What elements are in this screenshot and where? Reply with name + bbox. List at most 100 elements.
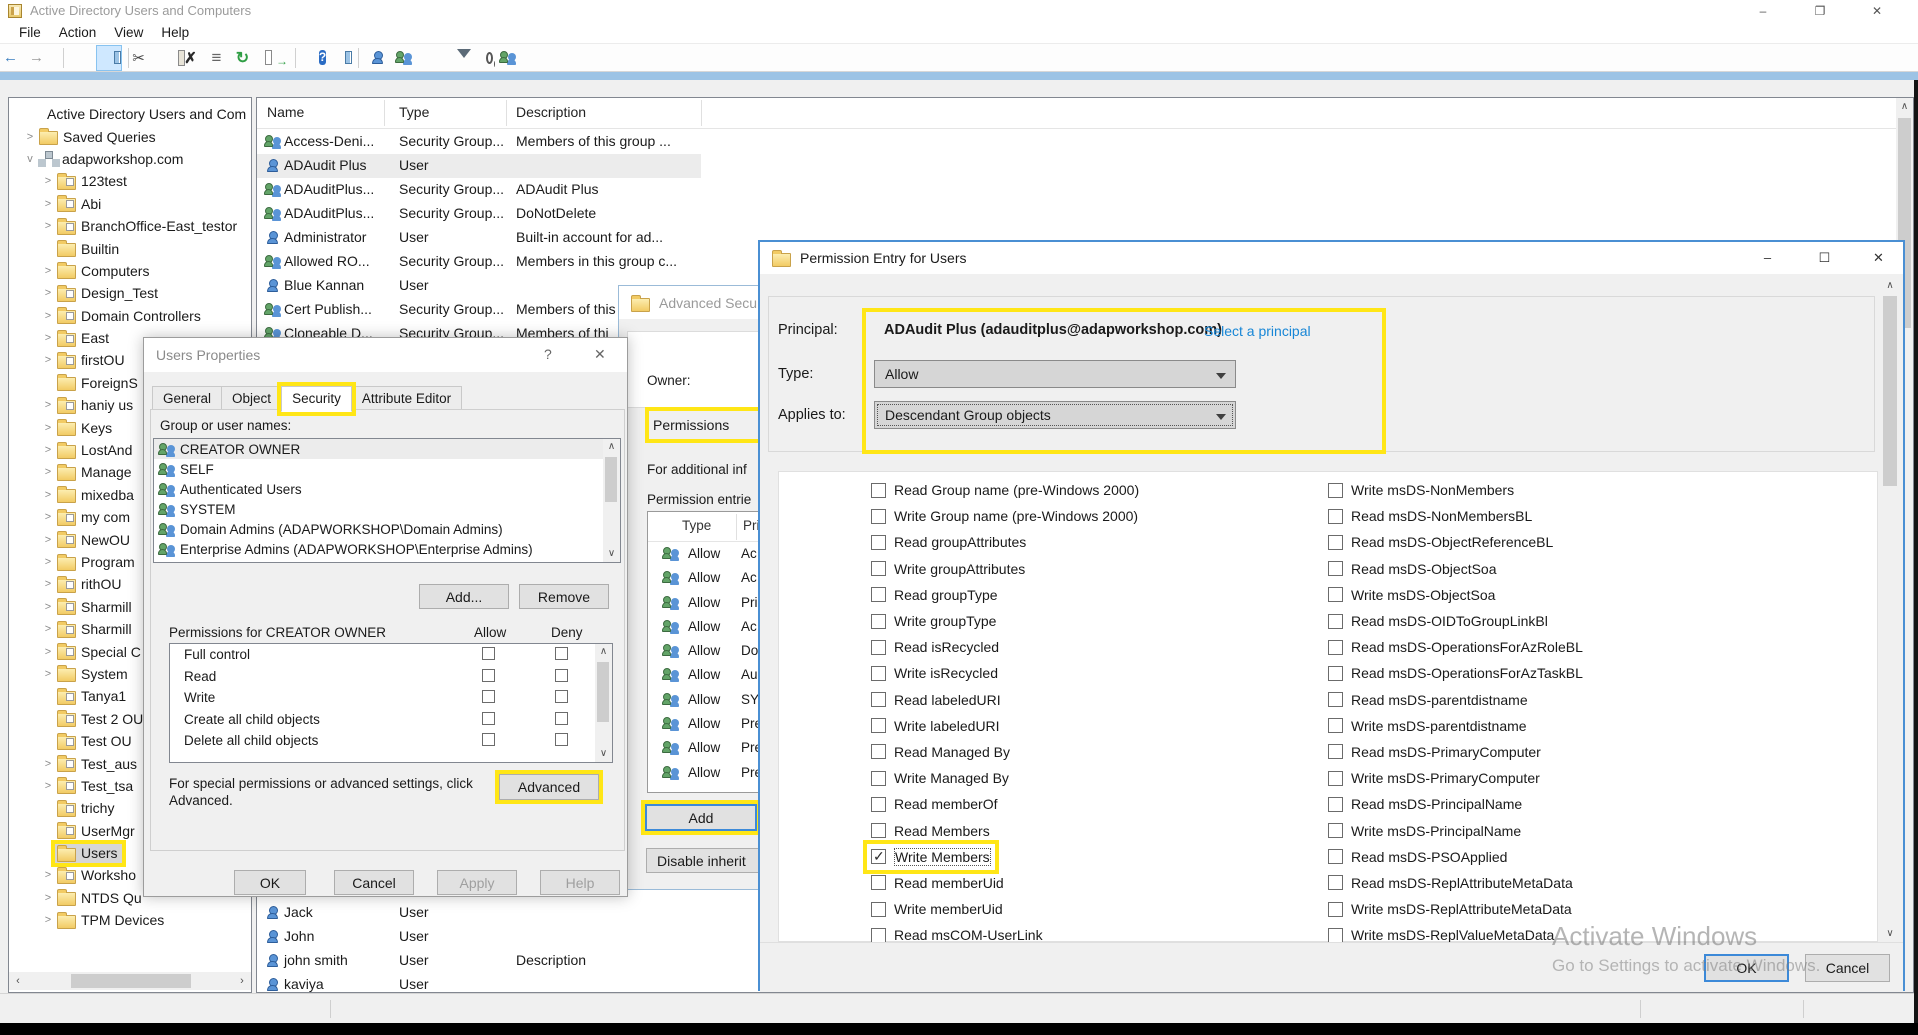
- permission-checkbox-row[interactable]: Write msDS-PrimaryComputer: [1324, 765, 1544, 791]
- ok-button[interactable]: OK: [234, 870, 306, 895]
- ok-button[interactable]: OK: [1704, 954, 1789, 982]
- checkbox[interactable]: [1328, 666, 1343, 681]
- tree-expander-icon[interactable]: >: [41, 466, 55, 478]
- checkbox[interactable]: [871, 744, 886, 759]
- toolbar-icon[interactable]: [469, 46, 493, 70]
- checkbox[interactable]: [871, 771, 886, 786]
- tree-expander-icon[interactable]: >: [41, 646, 55, 658]
- restore-icon[interactable]: ❐: [1797, 0, 1843, 22]
- toolbar-icon[interactable]: [391, 46, 415, 70]
- cancel-button[interactable]: Cancel: [334, 870, 414, 895]
- tree-expander-icon[interactable]: >: [41, 668, 55, 680]
- tree-expander-icon[interactable]: >: [41, 758, 55, 770]
- tree-item[interactable]: v adapworkshop.com: [9, 148, 252, 170]
- tree-expander-icon[interactable]: >: [41, 332, 55, 344]
- checkbox[interactable]: [871, 849, 886, 864]
- toolbar-icon[interactable]: [328, 46, 352, 70]
- tree-item[interactable]: > Abi: [9, 193, 252, 215]
- apply-button[interactable]: Apply: [437, 870, 517, 895]
- checkbox[interactable]: [1328, 875, 1343, 890]
- permission-checkbox-row[interactable]: Write msDS-ObjectSoa: [1324, 582, 1499, 608]
- permission-checkbox-row[interactable]: Read memberOf: [867, 791, 1001, 817]
- minimize-icon[interactable]: –: [1740, 0, 1786, 22]
- permission-checkbox-row[interactable]: Read groupAttributes: [867, 529, 1030, 555]
- add-button[interactable]: Add...: [419, 584, 509, 609]
- permission-checkbox-row[interactable]: Read memberUid: [867, 870, 1008, 896]
- scrollbar-thumb[interactable]: [1883, 296, 1897, 486]
- scroll-right-icon[interactable]: ›: [233, 972, 251, 990]
- list-item[interactable]: SELF: [154, 459, 620, 479]
- tree-expander-icon[interactable]: >: [41, 399, 55, 411]
- deny-checkbox[interactable]: [555, 647, 568, 660]
- checkbox[interactable]: [1328, 483, 1343, 498]
- allow-checkbox[interactable]: [482, 733, 495, 746]
- scroll-down-icon[interactable]: ∨: [1881, 926, 1899, 942]
- permission-checkbox-row[interactable]: Read msDS-PrimaryComputer: [1324, 739, 1545, 765]
- scroll-down-icon[interactable]: ∨: [595, 746, 612, 762]
- checkbox[interactable]: [871, 666, 886, 681]
- tree-expander-icon[interactable]: >: [41, 780, 55, 792]
- checkbox[interactable]: [1328, 902, 1343, 917]
- table-row[interactable]: ADAuditPlus... Security Group... DoNotDe…: [257, 202, 1913, 226]
- list-item[interactable]: SYSTEM: [154, 499, 620, 519]
- menu-item[interactable]: Action: [50, 25, 106, 40]
- toolbar-icon[interactable]: →: [33, 46, 57, 70]
- checkbox[interactable]: [871, 823, 886, 838]
- allow-checkbox[interactable]: [482, 669, 495, 682]
- menu-item[interactable]: File: [10, 25, 50, 40]
- table-row[interactable]: ADAuditPlus... Security Group... ADAudit…: [257, 178, 1913, 202]
- checkbox[interactable]: [871, 614, 886, 629]
- tree-expander-icon[interactable]: >: [41, 914, 55, 926]
- permission-checkbox-row[interactable]: Read groupType: [867, 582, 1002, 608]
- toolbar-icon[interactable]: [417, 46, 441, 70]
- scroll-up-icon[interactable]: ∧: [1896, 98, 1913, 115]
- toolbar-icon[interactable]: [495, 46, 519, 70]
- checkbox[interactable]: [871, 640, 886, 655]
- checkbox[interactable]: [1328, 692, 1343, 707]
- permission-checkbox-row[interactable]: Read Members: [867, 817, 994, 843]
- checkbox[interactable]: [1328, 509, 1343, 524]
- permission-checkbox-row[interactable]: Read msDS-parentdistname: [1324, 687, 1532, 713]
- deny-checkbox[interactable]: [555, 669, 568, 682]
- menu-item[interactable]: View: [105, 25, 152, 40]
- close-icon[interactable]: ✕: [1854, 0, 1900, 22]
- toolbar-icon[interactable]: [96, 45, 122, 71]
- help-button[interactable]: Help: [540, 870, 620, 895]
- toolbar-icon[interactable]: [365, 46, 389, 70]
- checkbox[interactable]: [871, 875, 886, 890]
- tree-expander-icon[interactable]: >: [23, 131, 37, 143]
- checkbox[interactable]: [871, 483, 886, 498]
- deny-checkbox[interactable]: [555, 690, 568, 703]
- list-item[interactable]: Enterprise Admins (ADAPWORKSHOP\Enterpri…: [154, 539, 620, 559]
- tree-expander-icon[interactable]: >: [41, 287, 55, 299]
- toolbar-icon[interactable]: [161, 46, 185, 70]
- allow-checkbox[interactable]: [482, 712, 495, 725]
- permission-checkbox-row[interactable]: Write msDS-NonMembers: [1324, 477, 1518, 503]
- cancel-button[interactable]: Cancel: [1805, 954, 1890, 982]
- checkbox[interactable]: [871, 692, 886, 707]
- permission-checkbox-row[interactable]: Write groupType: [867, 608, 1000, 634]
- permission-checkbox-row[interactable]: Write msDS-PrincipalName: [1324, 817, 1525, 843]
- advanced-button[interactable]: Advanced: [499, 774, 599, 800]
- permission-checkbox-row[interactable]: Read msDS-PrincipalName: [1324, 791, 1526, 817]
- tree-item[interactable]: > Saved Queries: [9, 125, 252, 147]
- dialog-scrollbar[interactable]: ∧ ∨: [1881, 278, 1899, 942]
- tree-expander-icon[interactable]: >: [41, 601, 55, 613]
- tree-item[interactable]: Builtin: [9, 237, 252, 259]
- tree-expander-icon[interactable]: >: [41, 265, 55, 277]
- permission-checkbox-row[interactable]: Write Managed By: [867, 765, 1013, 791]
- deny-checkbox[interactable]: [555, 733, 568, 746]
- permission-checkbox-row[interactable]: Write labeledURI: [867, 713, 1004, 739]
- toolbar-icon[interactable]: [265, 46, 289, 70]
- minimize-icon[interactable]: –: [1745, 242, 1790, 274]
- permission-checkbox-row[interactable]: Write Members: [867, 844, 995, 870]
- checkbox[interactable]: [871, 535, 886, 550]
- permission-checkbox-row[interactable]: Read Managed By: [867, 739, 1014, 765]
- list-item[interactable]: CREATOR OWNER: [154, 439, 620, 459]
- tree-expander-icon[interactable]: >: [41, 422, 55, 434]
- column-header-type[interactable]: Type: [682, 518, 711, 533]
- tree-expander-icon[interactable]: >: [41, 869, 55, 881]
- checkbox[interactable]: [871, 509, 886, 524]
- toolbar-icon[interactable]: ✗: [187, 46, 211, 70]
- checkbox[interactable]: [1328, 771, 1343, 786]
